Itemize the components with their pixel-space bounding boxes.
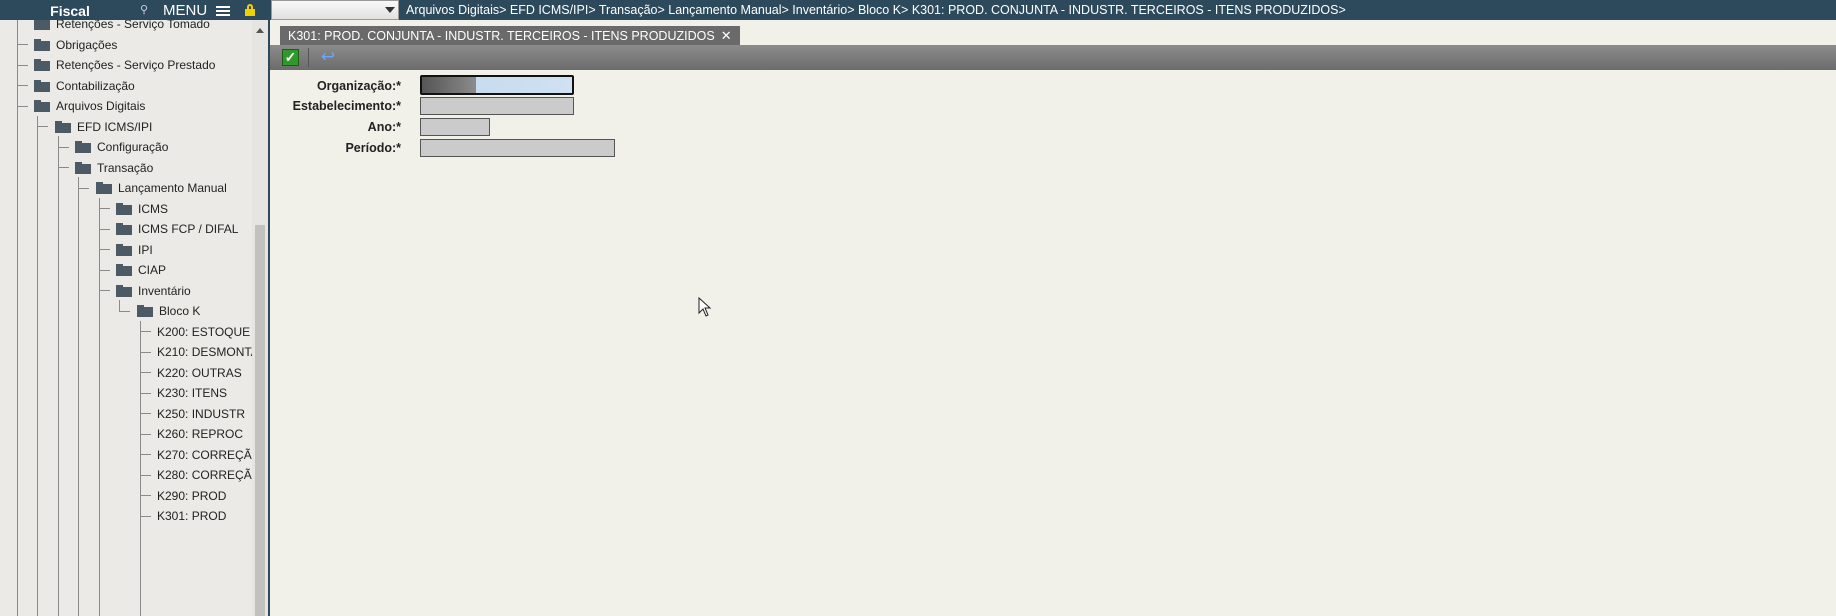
chevron-down-icon xyxy=(385,7,395,13)
folder-icon xyxy=(116,223,132,235)
app-title: Fiscal xyxy=(50,3,90,19)
tree-item-k200[interactable]: K200: ESTOQUE xyxy=(157,322,250,342)
tree-item-k220[interactable]: K220: OUTRAS xyxy=(157,363,242,383)
menu-button[interactable]: MENU xyxy=(163,0,231,20)
tree-item-k230[interactable]: K230: ITENS xyxy=(157,383,227,403)
top-bar: Fiscal ⚲ MENU Arquivos Digitais> EFD ICM… xyxy=(0,0,1836,20)
estabelecimento-label: Estabelecimento:* xyxy=(292,99,401,113)
mouse-cursor-icon xyxy=(698,297,712,317)
tree-item-configuracao[interactable]: Configuração xyxy=(75,137,168,157)
folder-icon xyxy=(34,39,50,51)
hamburger-icon xyxy=(216,4,231,18)
check-icon[interactable]: ✓ xyxy=(282,49,299,66)
toolbar: ✓ ↩ xyxy=(270,45,1836,70)
ano-label: Ano:* xyxy=(367,120,401,134)
tree-item-k270[interactable]: K270: CORREÇÃO xyxy=(157,445,261,465)
tree-item-k290[interactable]: K290: PROD xyxy=(157,486,226,506)
tree-item-k260[interactable]: K260: REPROC xyxy=(157,424,243,444)
tree-item-contabilizacao[interactable]: Contabilização xyxy=(34,76,135,96)
organization-select[interactable] xyxy=(271,0,399,20)
organizacao-label: Organização:* xyxy=(316,79,401,93)
folder-icon xyxy=(34,59,50,71)
folder-icon xyxy=(116,264,132,276)
folder-open-icon xyxy=(137,305,153,317)
close-icon[interactable]: ✕ xyxy=(721,28,732,43)
periodo-label: Período:* xyxy=(345,141,401,155)
tab-k301[interactable]: K301: PROD. CONJUNTA - INDUSTR. TERCEIRO… xyxy=(280,26,740,45)
sidebar-tree: Retenções - Serviço Tomado Obrigações Re… xyxy=(0,20,268,616)
undo-icon[interactable]: ↩ xyxy=(318,48,338,66)
tree-item-transacao[interactable]: Transação xyxy=(75,158,153,178)
tree-item-k250[interactable]: K250: INDUSTR xyxy=(157,404,245,424)
tree-item-retencoes-tomado[interactable]: Retenções - Serviço Tomado xyxy=(34,20,210,34)
folder-icon xyxy=(116,244,132,256)
tree-item-ipi[interactable]: IPI xyxy=(116,240,153,260)
breadcrumb: Arquivos Digitais> EFD ICMS/IPI> Transaç… xyxy=(406,3,1346,17)
folder-open-icon xyxy=(116,285,132,297)
tree-item-lancamento-manual[interactable]: Lançamento Manual xyxy=(96,178,227,198)
tree-item-arquivos-digitais[interactable]: Arquivos Digitais xyxy=(34,96,145,116)
periodo-input[interactable] xyxy=(420,139,615,157)
organizacao-input[interactable] xyxy=(420,75,574,95)
tree-item-icms-fcp-difal[interactable]: ICMS FCP / DIFAL xyxy=(116,219,238,239)
folder-icon xyxy=(116,203,132,215)
tree-item-efd-icms-ipi[interactable]: EFD ICMS/IPI xyxy=(55,117,152,137)
scroll-up-icon[interactable] xyxy=(256,28,264,33)
lock-icon[interactable] xyxy=(245,4,255,16)
folder-open-icon xyxy=(96,182,112,194)
tab-label: K301: PROD. CONJUNTA - INDUSTR. TERCEIRO… xyxy=(288,29,715,43)
toolbar-divider xyxy=(308,48,309,67)
folder-icon xyxy=(34,80,50,92)
pin-icon[interactable]: ⚲ xyxy=(140,2,154,18)
tree-item-k301[interactable]: K301: PROD xyxy=(157,506,226,526)
folder-open-icon xyxy=(55,121,71,133)
folder-icon xyxy=(75,141,91,153)
tree-item-obrigacoes[interactable]: Obrigações xyxy=(34,35,117,55)
ano-input[interactable] xyxy=(420,118,490,136)
tree-item-icms[interactable]: ICMS xyxy=(116,199,168,219)
tree-item-retencoes-prestado[interactable]: Retenções - Serviço Prestado xyxy=(34,55,215,75)
tree-item-inventario[interactable]: Inventário xyxy=(116,281,191,301)
menu-label: MENU xyxy=(163,2,208,19)
folder-open-icon xyxy=(34,100,50,112)
tree-item-ciap[interactable]: CIAP xyxy=(116,260,166,280)
folder-open-icon xyxy=(75,162,91,174)
estabelecimento-input[interactable] xyxy=(420,97,574,115)
tree-item-k280[interactable]: K280: CORREÇÃO xyxy=(157,465,261,485)
folder-icon xyxy=(34,20,50,30)
tab-strip: K301: PROD. CONJUNTA - INDUSTR. TERCEIRO… xyxy=(270,20,1836,45)
sidebar-scrollbar[interactable] xyxy=(252,20,268,616)
scrollbar-thumb[interactable] xyxy=(255,225,265,616)
tree-item-bloco-k[interactable]: Bloco K xyxy=(137,301,200,321)
